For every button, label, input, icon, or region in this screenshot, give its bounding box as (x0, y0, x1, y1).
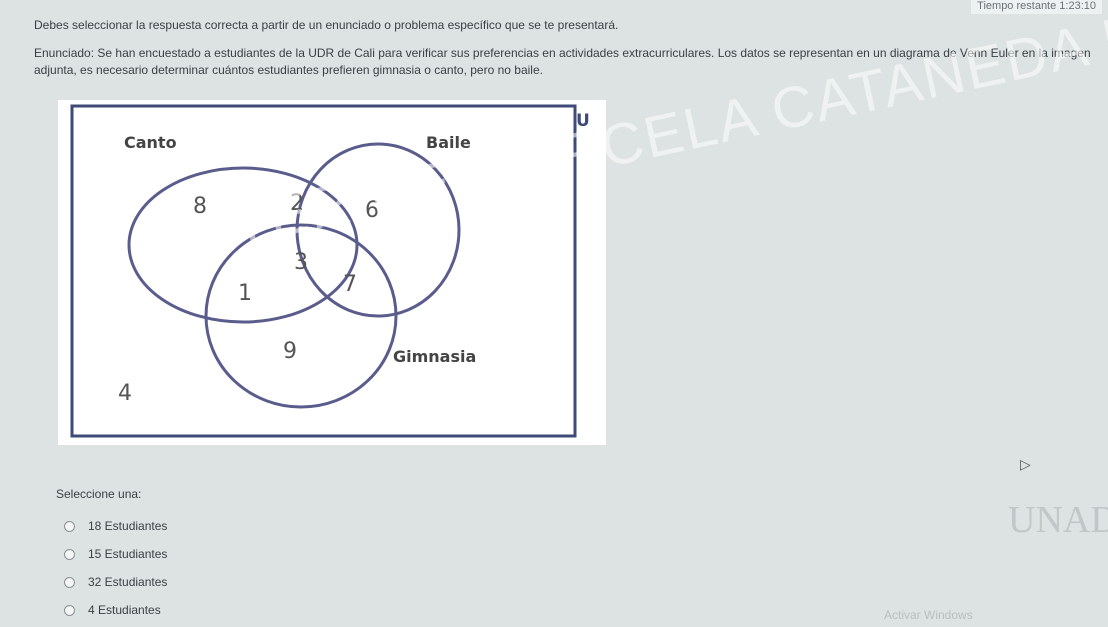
answer-option-label[interactable]: 4 Estudiantes (88, 603, 161, 617)
region-canto-only: 8 (193, 194, 207, 219)
baile-circle (295, 142, 461, 318)
region-canto-gimnasia: 1 (238, 281, 252, 306)
radio-button[interactable] (64, 604, 75, 616)
answer-option[interactable]: 18 Estudiantes (64, 512, 167, 540)
radio-button[interactable] (64, 548, 75, 560)
venn-diagram-image: U Canto Baile Gimnasia 8 2 6 3 1 7 9 4 (58, 100, 606, 445)
region-all-three: 3 (294, 250, 308, 275)
radio-button[interactable] (64, 520, 75, 532)
venn-diagram: U Canto Baile Gimnasia 8 2 6 3 1 7 9 4 (70, 104, 590, 438)
region-baile-only: 6 (365, 198, 379, 223)
region-canto-baile: 2 (290, 191, 304, 216)
canto-label: Canto (124, 133, 177, 152)
activate-windows-watermark: Activar Windows (884, 608, 973, 622)
answer-option-label[interactable]: 32 Estudiantes (88, 575, 167, 589)
radio-button[interactable] (64, 576, 75, 588)
select-prompt: Seleccione una: (56, 487, 142, 501)
gimnasia-label: Gimnasia (393, 347, 476, 366)
time-remaining: Tiempo restante 1:23:10 (971, 0, 1102, 14)
unad-logo: UNAD (1008, 499, 1108, 541)
answer-options: 18 Estudiantes 15 Estudiantes 32 Estudia… (64, 512, 167, 624)
answer-option[interactable]: 32 Estudiantes (64, 568, 167, 596)
problem-statement: Enunciado: Se han encuestado a estudiant… (34, 46, 1091, 77)
instruction-text: Debes seleccionar la respuesta correcta … (34, 18, 619, 32)
answer-option-label[interactable]: 15 Estudiantes (88, 547, 167, 561)
region-outside: 4 (118, 381, 132, 406)
region-gimnasia-only: 9 (283, 339, 297, 364)
mouse-cursor-icon: ▷ (1020, 456, 1031, 472)
region-baile-gimnasia: 7 (343, 272, 357, 297)
answer-option[interactable]: 4 Estudiantes (64, 596, 167, 624)
answer-option-label[interactable]: 18 Estudiantes (88, 519, 167, 533)
universe-frame (70, 104, 577, 438)
universe-label: U (576, 111, 590, 131)
answer-option[interactable]: 15 Estudiantes (64, 540, 167, 568)
baile-label: Baile (426, 133, 471, 152)
